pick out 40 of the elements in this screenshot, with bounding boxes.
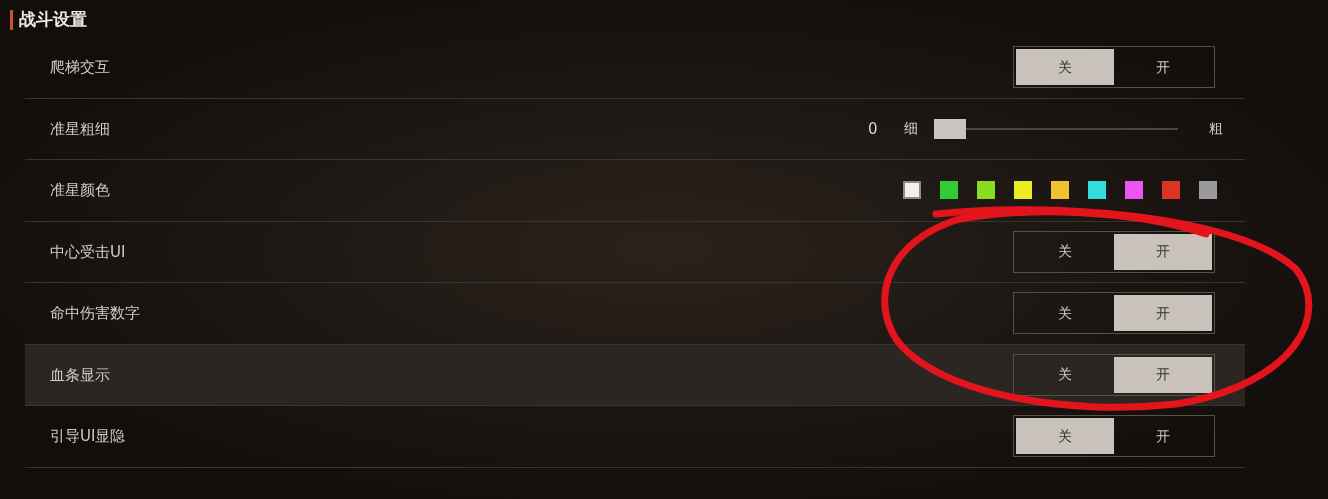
toggle-option[interactable]: 开 <box>1114 49 1212 86</box>
slider-track[interactable] <box>934 118 1178 139</box>
color-swatch[interactable] <box>1125 181 1143 200</box>
toggle-option[interactable]: 开 <box>1114 356 1212 393</box>
setting-label: 准星粗细 <box>50 118 110 140</box>
color-swatch[interactable] <box>977 181 995 200</box>
toggle-option[interactable]: 关 <box>1016 295 1114 332</box>
setting-row[interactable]: 引导UI显隐 关 开 <box>25 406 1245 468</box>
slider-value: 0 <box>868 118 879 140</box>
color-swatch[interactable] <box>1199 181 1217 200</box>
setting-label: 血条显示 <box>50 364 110 386</box>
setting-label: 爬梯交互 <box>50 57 110 78</box>
toggle-option[interactable]: 开 <box>1114 418 1212 455</box>
setting-row[interactable]: 爬梯交互 关 开 <box>25 37 1245 99</box>
color-swatch[interactable] <box>1014 181 1032 200</box>
section-title: 战斗设置 <box>19 7 87 31</box>
setting-row[interactable]: 中心受击UI 关 开 <box>25 221 1245 283</box>
setting-row[interactable]: 血条显示 关 开 <box>25 344 1245 406</box>
setting-row[interactable]: 准星颜色 <box>25 160 1245 222</box>
min-label: 细 <box>904 119 918 139</box>
toggle-option[interactable]: 开 <box>1114 233 1212 270</box>
setting-row[interactable]: 准星粗细 0 细 粗 <box>25 98 1245 160</box>
accent-bar <box>10 9 13 30</box>
setting-label: 准星颜色 <box>50 180 110 201</box>
slider-thumb[interactable] <box>934 118 966 139</box>
max-label: 粗 <box>1209 119 1223 139</box>
color-swatch[interactable] <box>1088 181 1106 200</box>
toggle-option[interactable]: 关 <box>1016 49 1114 86</box>
setting-label: 中心受击UI <box>50 241 126 263</box>
setting-label: 引导UI显隐 <box>50 426 126 447</box>
color-swatch[interactable] <box>903 181 921 200</box>
toggle-option[interactable]: 开 <box>1114 295 1212 332</box>
color-swatch[interactable] <box>1051 181 1069 200</box>
setting-label: 命中伤害数字 <box>50 303 140 324</box>
color-swatch[interactable] <box>1162 181 1180 200</box>
toggle-option[interactable]: 关 <box>1016 356 1114 393</box>
toggle-option[interactable]: 关 <box>1016 418 1114 455</box>
color-swatch[interactable] <box>940 181 958 200</box>
toggle-option[interactable]: 关 <box>1016 233 1114 270</box>
setting-row[interactable]: 命中伤害数字 关 开 <box>25 283 1245 345</box>
